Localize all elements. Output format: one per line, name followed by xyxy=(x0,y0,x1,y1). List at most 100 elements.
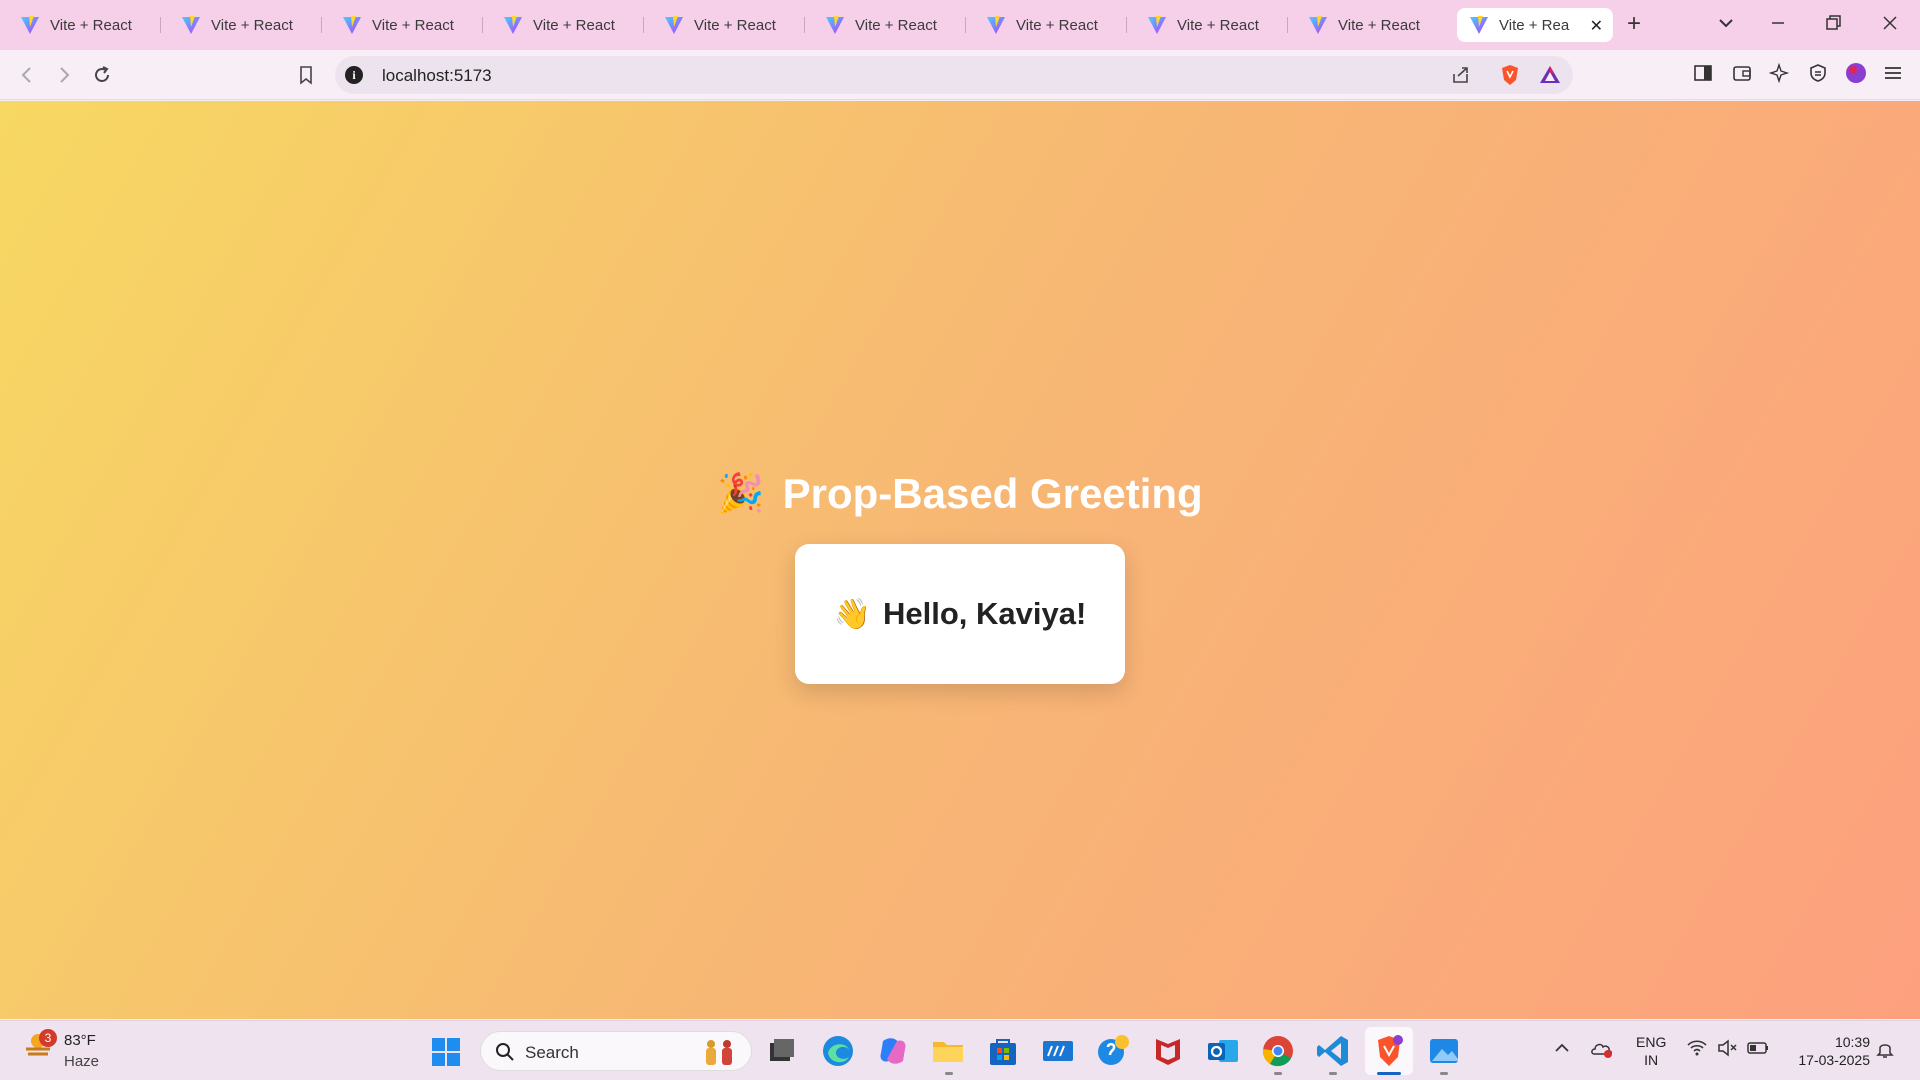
vite-logo-icon xyxy=(182,16,200,34)
leo-ai-icon[interactable] xyxy=(1769,62,1791,84)
vite-logo-icon xyxy=(1309,16,1327,34)
tray-overflow-icon[interactable] xyxy=(1552,1038,1572,1058)
mcafee-icon[interactable] xyxy=(1150,1033,1186,1069)
browser-toolbar: i localhost:5173 xyxy=(0,50,1920,100)
tab-title: Vite + React xyxy=(533,16,615,34)
tab-title: Vite + React xyxy=(372,16,454,34)
menu-icon[interactable] xyxy=(1882,62,1904,84)
browser-tab-active[interactable]: Vite + Rea ✕ xyxy=(1457,8,1613,42)
tab-title: Vite + React xyxy=(50,16,132,34)
tab-title: Vite + React xyxy=(1016,16,1098,34)
sidebar-icon[interactable] xyxy=(1692,62,1714,84)
browser-tab[interactable]: Vite + React xyxy=(0,8,161,42)
task-view-icon[interactable] xyxy=(764,1033,800,1069)
taskbar-search[interactable]: Search xyxy=(480,1031,752,1071)
reload-icon[interactable] xyxy=(91,64,113,86)
brave-shields-icon[interactable] xyxy=(1498,63,1522,87)
tab-title: Vite + React xyxy=(694,16,776,34)
vite-logo-icon xyxy=(21,16,39,34)
share-icon[interactable] xyxy=(1450,64,1472,86)
tab-title: Vite + React xyxy=(1338,16,1420,34)
copilot-icon[interactable] xyxy=(875,1033,911,1069)
address-bar[interactable]: i localhost:5173 xyxy=(335,56,1573,94)
close-window-icon[interactable] xyxy=(1879,12,1901,34)
forward-icon[interactable] xyxy=(53,64,75,86)
party-popper-icon: 🎉 xyxy=(717,473,765,515)
site-info-icon[interactable]: i xyxy=(345,66,363,84)
tab-title: Vite + Rea xyxy=(1499,16,1570,34)
clock[interactable]: 10:39 17-03-2025 xyxy=(1786,1033,1870,1069)
running-indicator xyxy=(1329,1072,1337,1075)
page-viewport: 🎉 Prop-Based Greeting 👋 Hello, Kaviya! xyxy=(0,101,1920,1019)
clock-time: 10:39 xyxy=(1834,1034,1870,1050)
weather-desc[interactable]: Haze xyxy=(64,1053,99,1070)
notification-bell-icon[interactable] xyxy=(1874,1038,1896,1060)
greeting-text: Hello, Kaviya! xyxy=(883,596,1087,631)
edge-browser-icon[interactable] xyxy=(820,1033,856,1069)
search-icon xyxy=(496,1043,514,1061)
running-indicator xyxy=(1440,1072,1448,1075)
running-indicator xyxy=(1274,1072,1282,1075)
tab-title: Vite + React xyxy=(1177,16,1259,34)
brave-browser-icon[interactable] xyxy=(1371,1033,1407,1069)
onedrive-icon[interactable] xyxy=(1590,1038,1614,1060)
profile-avatar-icon[interactable] xyxy=(1845,62,1867,84)
restore-icon[interactable] xyxy=(1822,12,1844,34)
bookmark-icon[interactable] xyxy=(295,64,317,86)
active-indicator xyxy=(1377,1072,1401,1075)
url-text[interactable]: localhost:5173 xyxy=(382,66,492,86)
lang-code: ENG xyxy=(1636,1034,1667,1050)
vpn-shield-icon[interactable] xyxy=(1807,62,1829,84)
browser-tab[interactable]: Vite + React xyxy=(805,8,966,42)
outlook-icon[interactable] xyxy=(1205,1033,1241,1069)
browser-tab[interactable]: Vite + React xyxy=(322,8,483,42)
taskbar: 3 83°F Haze Search ENG IN 10:39 17-03-20… xyxy=(0,1020,1920,1080)
battery-icon[interactable] xyxy=(1746,1038,1770,1058)
hp-support-icon[interactable] xyxy=(1095,1033,1131,1069)
chrome-icon[interactable] xyxy=(1260,1033,1296,1069)
page-title: 🎉 Prop-Based Greeting xyxy=(0,470,1920,518)
start-windows-icon[interactable] xyxy=(429,1033,465,1069)
browser-tab[interactable]: Vite + React xyxy=(966,8,1127,42)
vite-logo-icon xyxy=(826,16,844,34)
photos-icon[interactable] xyxy=(1426,1033,1462,1069)
tab-title: Vite + React xyxy=(211,16,293,34)
vite-logo-icon xyxy=(1470,16,1488,34)
page-title-text: Prop-Based Greeting xyxy=(782,470,1203,517)
file-explorer-icon[interactable] xyxy=(930,1033,966,1069)
weather-badge: 3 xyxy=(39,1029,57,1047)
myhp-icon[interactable] xyxy=(1040,1033,1076,1069)
vite-logo-icon xyxy=(504,16,522,34)
language-indicator[interactable]: ENG IN xyxy=(1636,1033,1666,1069)
vscode-icon[interactable] xyxy=(1315,1033,1351,1069)
back-icon[interactable] xyxy=(16,64,38,86)
tab-strip: Vite + React Vite + React Vite + React V… xyxy=(0,0,1920,50)
browser-tab[interactable]: Vite + React xyxy=(483,8,644,42)
wallet-icon[interactable] xyxy=(1731,62,1753,84)
clock-date: 17-03-2025 xyxy=(1798,1052,1870,1068)
vite-logo-icon xyxy=(343,16,361,34)
tab-title: Vite + React xyxy=(855,16,937,34)
search-label: Search xyxy=(525,1043,579,1062)
tab-search-chevron-icon[interactable] xyxy=(1715,12,1737,34)
close-tab-icon[interactable]: ✕ xyxy=(1590,16,1603,36)
lang-region: IN xyxy=(1644,1052,1659,1068)
brave-rewards-icon[interactable] xyxy=(1538,63,1562,87)
vite-logo-icon xyxy=(987,16,1005,34)
minimize-icon[interactable] xyxy=(1767,12,1789,34)
wifi-icon[interactable] xyxy=(1686,1038,1708,1058)
running-indicator xyxy=(945,1072,953,1075)
browser-tab[interactable]: Vite + React xyxy=(161,8,322,42)
waving-hand-icon: 👋 xyxy=(833,597,872,631)
search-highlight-icon xyxy=(706,1040,732,1065)
browser-tab[interactable]: Vite + React xyxy=(644,8,805,42)
browser-tab[interactable]: Vite + React xyxy=(1288,8,1449,42)
volume-muted-icon[interactable] xyxy=(1716,1038,1738,1058)
browser-tab[interactable]: Vite + React xyxy=(1127,8,1288,42)
weather-temp[interactable]: 83°F xyxy=(64,1032,96,1049)
vite-logo-icon xyxy=(665,16,683,34)
vite-logo-icon xyxy=(1148,16,1166,34)
microsoft-store-icon[interactable] xyxy=(985,1033,1021,1069)
new-tab-button[interactable]: + xyxy=(1627,10,1641,38)
greeting-card: 👋 Hello, Kaviya! xyxy=(795,544,1125,684)
